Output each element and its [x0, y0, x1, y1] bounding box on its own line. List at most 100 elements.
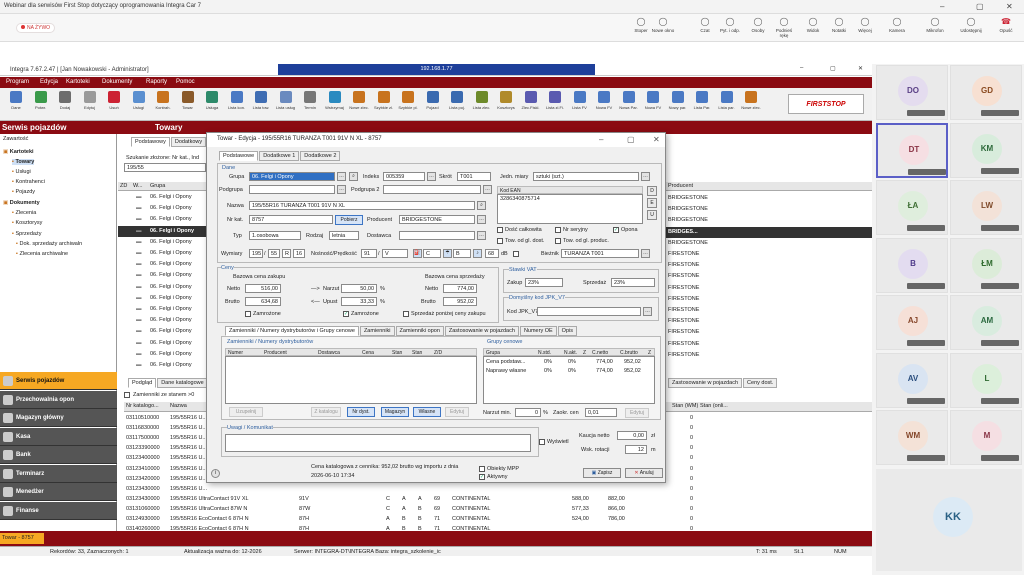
search-input[interactable]: 195/55: [124, 163, 206, 172]
toolbar-button-4[interactable]: Usuń: [102, 90, 126, 118]
tree-item-7[interactable]: ▪ Kosztorysy: [12, 220, 42, 226]
nav-1[interactable]: Przechowalnia opon: [0, 390, 117, 409]
zam-button-0[interactable]: Uzupełnij: [229, 407, 263, 417]
toolbar-button-13[interactable]: Wstrzymaj: [323, 90, 347, 118]
table-row[interactable]: FIRESTONE: [666, 327, 872, 338]
tree-item-2[interactable]: ▪ Usługi: [12, 169, 31, 175]
table-row[interactable]: ▬ 06. Felgi i Opony: [118, 192, 206, 203]
zamienniki-stan-checkbox[interactable]: [124, 392, 130, 398]
subtab-1[interactable]: Zamienniki: [359, 326, 395, 336]
info-icon[interactable]: i: [211, 469, 220, 478]
toolbar-button-21[interactable]: Zlec.Fiskl.: [519, 90, 543, 118]
zam-button-4[interactable]: Własne: [413, 407, 441, 417]
task-item[interactable]: Towar - 8757: [0, 533, 44, 544]
minimize-icon[interactable]: –: [940, 2, 944, 11]
table-row[interactable]: ▬ 06. Felgi i Opony: [118, 214, 206, 225]
jpk-more-button[interactable]: …: [643, 307, 652, 316]
uwagi-textarea[interactable]: [225, 434, 531, 452]
meeting-tool-8[interactable]: ◯ Więcej: [852, 17, 878, 33]
ean-list[interactable]: 3286340875714: [497, 194, 643, 224]
tab-podstawowy[interactable]: Podstawowy: [131, 137, 170, 147]
toolbar-button-3[interactable]: Edytuj: [78, 90, 102, 118]
grupa-select[interactable]: 06. Felgi i Opony: [249, 172, 335, 181]
table-row[interactable]: ▬ 06. Felgi i Opony: [118, 270, 206, 281]
menu-pomoc[interactable]: Pomoc: [176, 79, 195, 85]
tab-zastosowanie[interactable]: Zastosowanie w pojazdach: [668, 378, 743, 388]
table-row[interactable]: ▬ 06. Felgi i Opony: [118, 304, 206, 315]
dosc-calkowita-checkbox[interactable]: [497, 227, 503, 233]
nav-5[interactable]: Terminarz: [0, 464, 117, 483]
menu-dokumenty[interactable]: Dokumenty: [102, 79, 132, 85]
toolbar-button-11[interactable]: Lista usług: [274, 90, 298, 118]
maximize-icon[interactable]: ▢: [976, 2, 984, 11]
indeks-input[interactable]: 005359: [383, 172, 425, 181]
toolbar-button-28[interactable]: Lista Par.: [690, 90, 714, 118]
table-row[interactable]: BRIDGES...: [666, 226, 872, 238]
tree-item-10[interactable]: ▪ Zlecenia archiwalne: [16, 251, 68, 257]
table-row[interactable]: ▬ 06. Felgi i Opony: [118, 259, 206, 270]
nav-6[interactable]: Menedżer: [0, 483, 117, 501]
anuluj-button[interactable]: ✕ Anuluj: [625, 468, 663, 478]
tab-dodatkowe-2[interactable]: Dodatkowe 2: [300, 151, 341, 161]
table-row[interactable]: BRIDGESTONE: [666, 215, 872, 226]
meeting-tool-11[interactable]: ◯ Udostępnij: [958, 17, 984, 33]
tab-ceny-dost[interactable]: Ceny dost.: [743, 378, 778, 388]
jpk-kod-select[interactable]: [537, 307, 641, 316]
fuel-class-select[interactable]: C: [423, 249, 441, 258]
tow-gl-dost-checkbox[interactable]: [497, 238, 503, 244]
nrkat-input[interactable]: 8757: [249, 215, 333, 224]
toolbar-button-6[interactable]: Kontrah.: [151, 90, 175, 118]
podgrupa-select[interactable]: [249, 185, 335, 194]
subtab-2[interactable]: Zamienniki opon: [395, 326, 444, 336]
table-row[interactable]: ▬ 06. Felgi i Opony: [118, 315, 206, 326]
zapisz-button[interactable]: ▣ Zapisz: [583, 468, 621, 478]
tab-dodatkowy[interactable]: Dodatkowy: [170, 137, 207, 147]
dialog-close-icon[interactable]: ✕: [653, 135, 660, 144]
grupy-list[interactable]: Cena podstaw... 0% 0% 774,00 952,02 Naprawy w…: [483, 356, 655, 404]
table-row[interactable]: ▬ 06. Felgi i Opony: [118, 349, 206, 360]
table-row[interactable]: FIRESTONE: [666, 271, 872, 282]
toolbar-button-12[interactable]: Termin: [298, 90, 322, 118]
wsk-input[interactable]: 12: [625, 445, 647, 454]
dostawca-select[interactable]: [399, 231, 475, 240]
zaokr-select[interactable]: 0,01: [585, 408, 617, 417]
grupy-row[interactable]: Naprawy własne 0% 0% 774,00 952,02: [484, 366, 654, 377]
grupa-search-icon[interactable]: ⌕: [349, 172, 358, 181]
dialog-minimize-icon[interactable]: –: [599, 135, 603, 144]
toolbar-button-7[interactable]: Towar: [176, 90, 200, 118]
table-row[interactable]: FIRESTONE: [666, 294, 872, 305]
table-row[interactable]: ▬ 06. Felgi i Opony: [118, 248, 206, 259]
table-row[interactable]: FIRESTONE: [666, 339, 872, 350]
app-minimize-icon[interactable]: –: [800, 65, 803, 71]
menu-program[interactable]: Program: [6, 79, 29, 85]
toolbar-button-20[interactable]: Kosztorys: [494, 90, 518, 118]
grupy-edytuj-button[interactable]: Edytuj: [625, 408, 649, 418]
nr-seryjny-checkbox[interactable]: [555, 227, 561, 233]
toolbar-button-24[interactable]: Nowa FV: [592, 90, 616, 118]
meeting-tool-5[interactable]: ◯ Podnieś rękę: [771, 17, 797, 38]
zamrozone-zakup-checkbox[interactable]: [245, 311, 251, 317]
table-row[interactable]: ▬ 06. Felgi i Opony: [118, 326, 206, 337]
menu-kartoteki[interactable]: Kartoteki: [66, 79, 90, 85]
table-row[interactable]: FIRESTONE: [666, 260, 872, 271]
meeting-tool-2[interactable]: ◯ Czat: [692, 17, 718, 33]
table-row[interactable]: FIRESTONE: [666, 249, 872, 260]
tree-item-6[interactable]: ▪ Zlecenia: [12, 210, 36, 216]
speed-index-select[interactable]: V: [382, 249, 408, 258]
toolbar-button-19[interactable]: Lista zlec.: [470, 90, 494, 118]
obiekty-mpp-checkbox[interactable]: [479, 466, 485, 472]
podgrupa-more-button[interactable]: …: [337, 185, 346, 194]
profile-input[interactable]: 55: [268, 249, 280, 258]
toolbar-button-17[interactable]: Pojazd: [421, 90, 445, 118]
podgrupa2-select[interactable]: [383, 185, 481, 194]
load-index-input[interactable]: 91: [361, 249, 377, 258]
nazwa-input[interactable]: 195/55R16 TURANZA T001 91V N XL: [249, 201, 475, 210]
toolbar-button-26[interactable]: Nowa FV: [641, 90, 665, 118]
toolbar-button-29[interactable]: Lista par.: [715, 90, 739, 118]
tree-item-5[interactable]: ▣ Dokumenty: [3, 200, 40, 206]
producent-select[interactable]: BRIDGESTONE: [399, 215, 475, 224]
sprzedaz-ponizej-checkbox[interactable]: [403, 311, 409, 317]
table-row[interactable]: BRIDGESTONE: [666, 193, 872, 204]
meeting-tool-10[interactable]: ◯ Mikrofon: [922, 17, 948, 33]
podgrupa2-more-button[interactable]: …: [483, 185, 492, 194]
